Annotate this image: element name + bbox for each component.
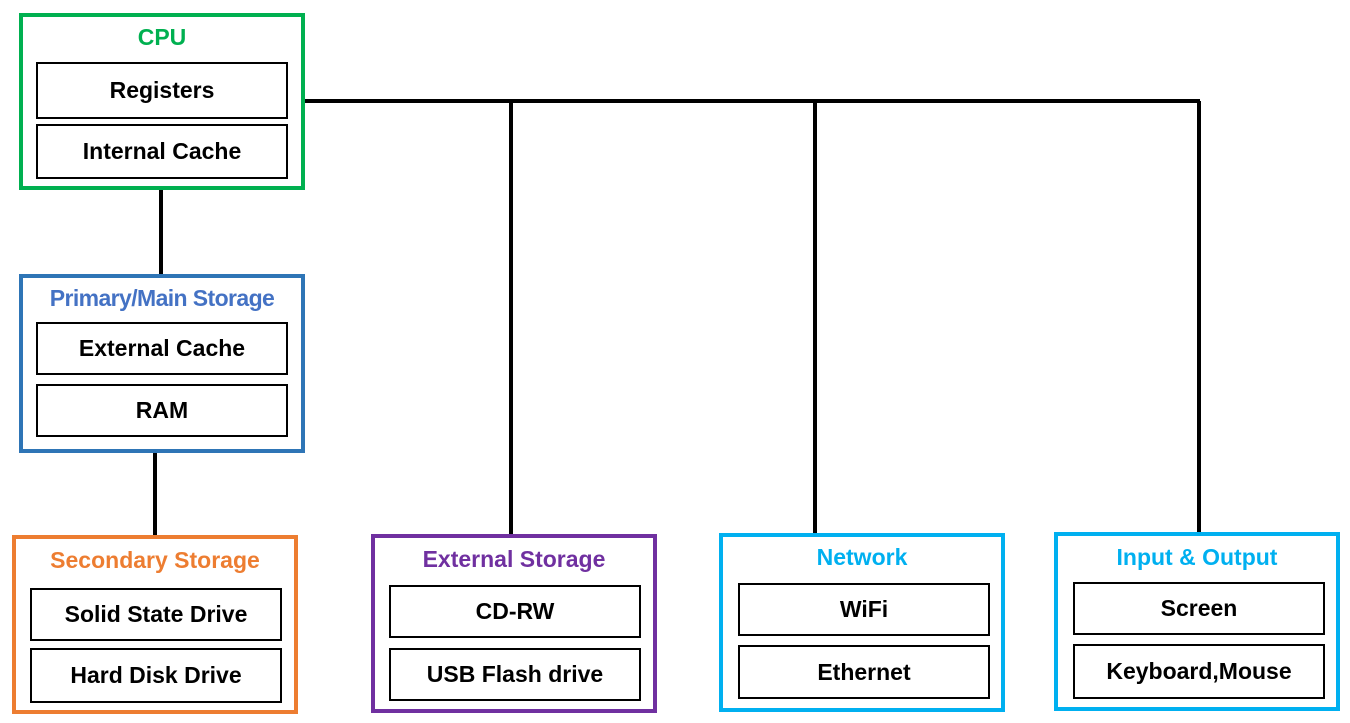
connector-primary-secondary (153, 450, 157, 538)
network-group: Network WiFi Ethernet (719, 533, 1005, 712)
io-group: Input & Output Screen Keyboard,Mouse (1054, 532, 1340, 711)
connector-bus-network (813, 101, 817, 535)
external-item-usb-flash: USB Flash drive (389, 648, 641, 701)
network-title: Network (816, 544, 908, 570)
connector-cpu-primary (159, 188, 163, 276)
secondary-storage-group: Secondary Storage Solid State Drive Hard… (12, 535, 298, 714)
cpu-group: CPU Registers Internal Cache (19, 13, 305, 190)
cpu-item-internal-cache: Internal Cache (36, 124, 288, 179)
primary-item-external-cache: External Cache (36, 322, 288, 375)
cpu-title: CPU (137, 24, 187, 50)
primary-storage-title: Primary/Main Storage (49, 285, 275, 311)
io-item-keyboard-mouse: Keyboard,Mouse (1073, 644, 1325, 699)
connector-bus-io (1197, 101, 1201, 535)
primary-item-ram: RAM (36, 384, 288, 437)
io-item-screen: Screen (1073, 582, 1325, 635)
network-item-wifi: WiFi (738, 583, 990, 636)
secondary-storage-title: Secondary Storage (50, 547, 260, 573)
network-item-ethernet: Ethernet (738, 645, 990, 699)
external-item-cdrw: CD-RW (389, 585, 641, 638)
connector-bus-external (509, 101, 513, 536)
io-title: Input & Output (1116, 544, 1278, 570)
secondary-item-ssd: Solid State Drive (30, 588, 282, 641)
primary-storage-group: Primary/Main Storage External Cache RAM (19, 274, 305, 453)
external-storage-group: External Storage CD-RW USB Flash drive (371, 534, 657, 713)
external-storage-title: External Storage (422, 546, 606, 572)
secondary-item-hdd: Hard Disk Drive (30, 648, 282, 703)
cpu-item-registers: Registers (36, 62, 288, 119)
connector-bus (302, 99, 1200, 103)
